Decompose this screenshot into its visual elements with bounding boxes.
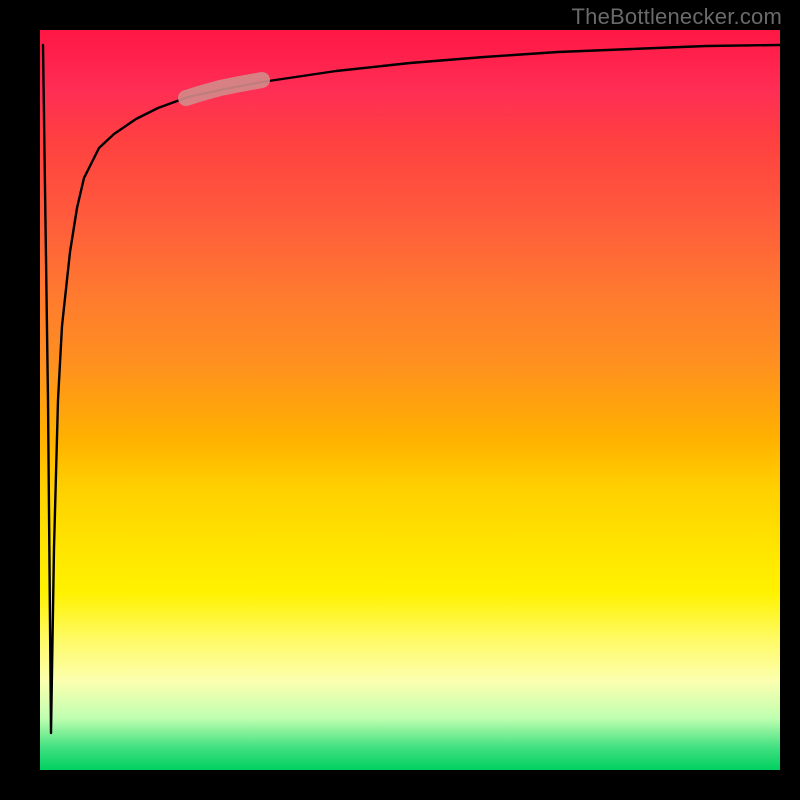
chart-container: TheBottlenecker.com bbox=[0, 0, 800, 800]
plot-area bbox=[40, 30, 780, 770]
attribution-text: TheBottlenecker.com bbox=[572, 4, 782, 30]
